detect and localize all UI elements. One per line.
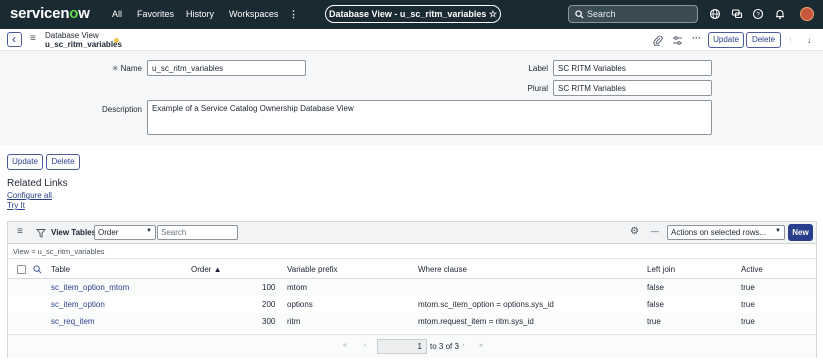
list-settings-gear-icon[interactable]: ⚙ xyxy=(630,226,639,237)
new-button[interactable]: New xyxy=(788,224,813,241)
attachment-icon[interactable] xyxy=(653,35,663,46)
previous-record-icon[interactable]: ↑ xyxy=(788,35,793,45)
list-breadcrumb[interactable]: View = u_sc_ritm_variables xyxy=(8,245,816,259)
column-header-table[interactable]: Table xyxy=(51,265,70,274)
name-field-label: ✳ Name xyxy=(111,64,142,73)
left-join-cell: false xyxy=(647,300,664,309)
view-tables-list: ≡ View Tables Order ▼ Search ⚙ — Actions… xyxy=(7,221,817,358)
form-title: Database View u_sc_ritm_variables xyxy=(45,31,122,49)
required-icon: ✳ xyxy=(111,64,119,73)
column-header-active[interactable]: Active xyxy=(741,265,763,274)
prefix-cell: ritm xyxy=(287,317,301,326)
bell-icon[interactable] xyxy=(774,8,786,20)
active-cell: true xyxy=(741,317,755,326)
table-label: Database View xyxy=(45,31,99,40)
back-button[interactable]: ‹ xyxy=(7,32,22,47)
more-menu-icon[interactable]: ⋮ xyxy=(289,9,298,20)
column-header-order[interactable]: Order ▲ xyxy=(191,265,222,274)
order-cell: 200 xyxy=(262,300,276,309)
user-avatar[interactable] xyxy=(800,7,814,21)
nav-all[interactable]: All xyxy=(112,9,122,19)
nav-favorites[interactable]: Favorites xyxy=(137,9,174,19)
description-textarea[interactable]: Example of a Service Catalog Ownership D… xyxy=(147,100,712,135)
table-row[interactable]: sc_req_item 300 ritm mtom.request_item =… xyxy=(8,313,816,330)
page-range-text: to 3 of 3 xyxy=(430,342,459,351)
form-body: ✳ Name u_sc_ritm_variables Label SC RITM… xyxy=(0,51,823,145)
svg-text:?: ? xyxy=(756,11,760,18)
prefix-cell: options xyxy=(287,300,313,309)
search-placeholder: Search xyxy=(587,9,616,19)
description-field-label: Description xyxy=(101,105,142,114)
next-page-icon[interactable]: › xyxy=(462,342,464,349)
first-page-icon[interactable]: « xyxy=(343,342,347,349)
list-pager: « ‹ 1 to 3 of 3 › » xyxy=(8,334,816,358)
select-all-checkbox[interactable] xyxy=(17,265,26,274)
collapse-list-icon[interactable]: — xyxy=(651,227,659,236)
list-menu-icon[interactable]: ≡ xyxy=(17,226,23,237)
order-cell: 100 xyxy=(262,283,276,292)
related-links-heading: Related Links xyxy=(7,178,68,189)
form-menu-icon[interactable]: ≡ xyxy=(30,33,36,44)
globe-icon[interactable] xyxy=(709,8,721,20)
order-cell: 300 xyxy=(262,317,276,326)
next-record-icon[interactable]: ↓ xyxy=(807,35,812,45)
servicenow-logo[interactable]: servicenow xyxy=(10,5,90,22)
table-cell-link[interactable]: sc_req_item xyxy=(51,317,95,326)
list-title: View Tables xyxy=(51,228,97,237)
column-header-left-join[interactable]: Left join xyxy=(647,265,675,274)
column-header-where-clause[interactable]: Where clause xyxy=(418,265,467,274)
help-icon[interactable]: ? xyxy=(752,8,764,20)
search-field-select[interactable]: Order ▼ xyxy=(94,225,156,240)
actions-on-selected-rows-select[interactable]: Actions on selected rows... ▼ xyxy=(667,225,785,240)
previous-page-icon[interactable]: ‹ xyxy=(364,342,366,349)
table-row[interactable]: sc_item_option 200 options mtom.sc_item_… xyxy=(8,296,816,313)
nav-history[interactable]: History xyxy=(186,9,214,19)
form-delete-button[interactable]: Delete xyxy=(46,154,80,170)
header-update-button[interactable]: Update xyxy=(708,32,744,48)
list-toolbar: ≡ View Tables Order ▼ Search ⚙ — Actions… xyxy=(8,222,816,244)
list-search-input[interactable]: Search xyxy=(157,225,238,240)
table-cell-link[interactable]: sc_item_option xyxy=(51,300,105,309)
search-icon xyxy=(575,10,584,19)
name-input[interactable]: u_sc_ritm_variables xyxy=(147,60,306,76)
unsaved-indicator xyxy=(114,38,119,43)
filter-icon[interactable] xyxy=(36,228,46,238)
where-clause-cell: mtom.sc_item_option = options.sys_id xyxy=(418,300,554,309)
record-name: u_sc_ritm_variables xyxy=(45,40,122,49)
label-field-label: Label xyxy=(528,64,548,73)
dropdown-arrow-icon: ▼ xyxy=(146,228,152,234)
plural-field-label: Plural xyxy=(527,84,548,93)
last-page-icon[interactable]: » xyxy=(479,342,483,349)
global-search-input[interactable]: Search xyxy=(568,5,698,23)
where-clause-cell: mtom.request_item = ritm.sys_id xyxy=(418,317,534,326)
settings-sliders-icon[interactable] xyxy=(672,35,683,46)
active-cell: true xyxy=(741,283,755,292)
table-cell-link[interactable]: sc_item_option_mtom xyxy=(51,283,129,292)
chat-icon[interactable] xyxy=(731,8,743,20)
nav-workspaces[interactable]: Workspaces xyxy=(229,9,278,19)
configure-all-link[interactable]: Configure all xyxy=(7,191,52,200)
left-join-cell: true xyxy=(647,317,661,326)
prefix-cell: mtom xyxy=(287,283,307,292)
try-it-link[interactable]: Try It xyxy=(7,201,25,210)
back-icon: ‹ xyxy=(12,32,16,46)
form-update-button[interactable]: Update xyxy=(7,154,43,170)
column-search-icon[interactable] xyxy=(33,265,42,274)
label-input[interactable]: SC RITM Variables xyxy=(553,60,712,76)
top-navigation-bar: servicenow All Favorites History Workspa… xyxy=(0,0,823,29)
dropdown-arrow-icon: ▼ xyxy=(775,228,781,234)
table-row[interactable]: sc_item_option_mtom 100 mtom false true xyxy=(8,279,816,296)
more-options-icon[interactable]: ··· xyxy=(692,33,701,43)
header-delete-button[interactable]: Delete xyxy=(746,32,781,48)
column-header-variable-prefix[interactable]: Variable prefix xyxy=(287,265,338,274)
page-number-input[interactable]: 1 xyxy=(377,339,427,354)
left-join-cell: false xyxy=(647,283,664,292)
plural-input[interactable]: SC RITM Variables xyxy=(553,80,712,96)
record-title-pill[interactable]: Database View - u_sc_ritm_variables ☆ xyxy=(325,5,501,23)
active-cell: true xyxy=(741,300,755,309)
